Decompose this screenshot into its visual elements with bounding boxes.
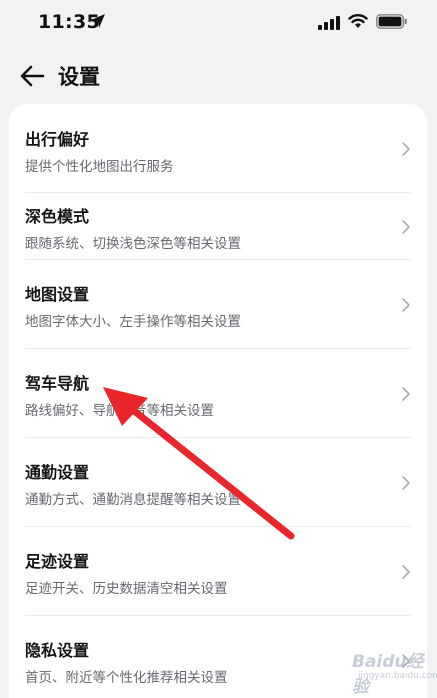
settings-item-driving-navigation[interactable]: 驾车导航 路线偏好、导航语音等相关设置 (9, 349, 427, 437)
settings-item-map-settings[interactable]: 地图设置 地图字体大小、左手操作等相关设置 (9, 260, 427, 348)
chevron-right-icon (402, 476, 410, 490)
settings-item-subtitle: 通勤方式、通勤消息提醒等相关设置 (25, 492, 241, 508)
settings-item-subtitle: 提供个性化地图出行服务 (25, 159, 174, 175)
battery-icon (376, 14, 407, 29)
status-bar: 11:35 (0, 0, 437, 46)
settings-item-subtitle: 跟随系统、切换浅色深色等相关设置 (25, 236, 241, 252)
settings-item-title: 地图设置 (25, 285, 90, 304)
settings-item-title: 通勤设置 (25, 463, 90, 482)
settings-item-title: 出行偏好 (25, 130, 90, 149)
settings-screen: 11:35 设置 出行偏好 提供个性化地图出行服务 深色模式 跟随系统、切换浅色… (0, 0, 437, 698)
wifi-icon (348, 14, 368, 28)
watermark-url: jingyan.baidu.com (358, 671, 437, 681)
settings-item-subtitle: 路线偏好、导航语音等相关设置 (25, 403, 214, 419)
cellular-signal-icon (318, 16, 340, 30)
chevron-right-icon (402, 387, 410, 401)
settings-item-subtitle: 足迹开关、历史数据清空相关设置 (25, 581, 228, 597)
location-arrow-icon (91, 14, 105, 28)
chevron-right-icon (402, 220, 410, 234)
settings-item-title: 隐私设置 (25, 641, 90, 660)
settings-item-commute[interactable]: 通勤设置 通勤方式、通勤消息提醒等相关设置 (9, 438, 427, 526)
settings-item-title: 深色模式 (25, 207, 90, 226)
page-title: 设置 (58, 65, 100, 89)
settings-item-subtitle: 地图字体大小、左手操作等相关设置 (25, 314, 241, 330)
settings-item-title: 足迹设置 (25, 552, 90, 571)
settings-list-card: 出行偏好 提供个性化地图出行服务 深色模式 跟随系统、切换浅色深色等相关设置 地… (9, 104, 427, 698)
top-header: 设置 (0, 56, 437, 96)
settings-item-title: 驾车导航 (25, 374, 90, 393)
settings-item-footprint[interactable]: 足迹设置 足迹开关、历史数据清空相关设置 (9, 527, 427, 615)
back-arrow-icon[interactable] (18, 62, 46, 90)
chevron-right-icon (402, 565, 410, 579)
settings-item-travel-preference[interactable]: 出行偏好 提供个性化地图出行服务 (9, 104, 427, 192)
chevron-right-icon (402, 142, 410, 156)
baidu-watermark: Baidu经验 jingyan.baidu.com (332, 643, 437, 697)
chevron-right-icon (402, 298, 410, 312)
settings-item-subtitle: 首页、附近等个性化推荐相关设置 (25, 670, 228, 686)
